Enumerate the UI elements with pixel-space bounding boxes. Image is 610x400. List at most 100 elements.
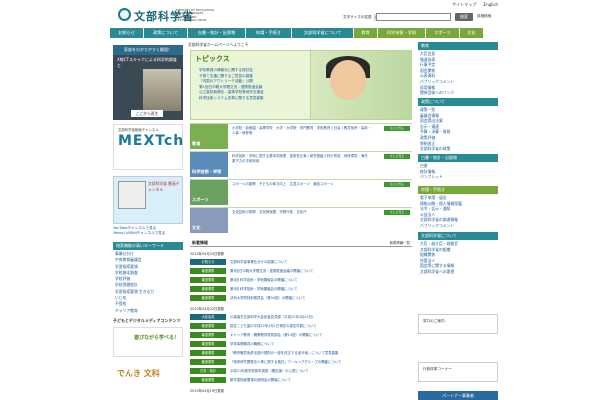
more-button[interactable]: もっと見る [384,154,410,159]
news-row: 報道発表 新学習指導要領の説明会の開催について [190,376,412,384]
kids-banner-text: 遊びながら学べる！ [134,335,180,341]
contact-banner-text: 窓口のご案内 [423,319,445,323]
sitemap-link[interactable]: サイトマップ [452,2,476,7]
news-row: 報道発表 「政府研究開発法人等に関する検討」ワーキンググループの開催について [190,358,412,366]
news-date: 2010年04月22日更新 [190,307,225,311]
mext-channel-sub: 文部科学省動画チャンネル [118,128,159,132]
category-label: 文化 [192,225,201,230]
culture-icon[interactable]: 文化 [190,208,228,233]
news-tag: 大臣会見 [190,314,226,320]
right-link[interactable]: パブリックコメント [420,223,498,229]
news-row: お知らせ 文部科学省事業仕分けの結果について [190,258,412,266]
news-link[interactable]: 学校事務職員の職務について [230,341,274,346]
news-link[interactable]: 認定こども園の平成22年4月1日現在の認定件数について [230,323,317,328]
right-link[interactable]: 関係団体へのリンク [420,90,498,96]
news-link[interactable]: 川端達夫文部科学大臣記者会見録（平成22年4月20日） [230,314,315,319]
right-heading-policy: 政策について [418,98,498,106]
news-link[interactable]: 新学習指導要領の説明会の開催について [230,377,291,382]
partner-button[interactable]: パートナー事業者 [418,391,498,400]
news-link[interactable]: 第3回 科学技術・学術審議会の開催について [230,277,298,282]
nav-education[interactable]: 教育 [354,28,378,38]
category-links[interactable]: 小学校・幼稚園・高等学校 大学・大学院・専門教育 学校教育と社会 / 教員免許・… [232,126,372,136]
more-button[interactable]: もっと見る [384,126,410,131]
category-links[interactable]: 科学技術・学術に関する基本的政策 放射性元素 / 研究基盤人材の育成 地球環境・… [232,154,372,164]
news-row: 報道発表 第3回 科学技術・学術審議会の開催について [190,276,412,284]
topics-list: 学校教員の情報化に関する検討会 子育て支援に関するご意見の募集 『内国のアウトリ… [199,68,264,102]
tv-banner[interactable]: 文部科学省 動画チャンネル [113,176,183,224]
right-heading-about: 文部科学省について [418,232,498,240]
category-links[interactable]: 文化芸術の振興 文化財保護 宗務行政 文化庁 [232,210,372,215]
news-row: 大臣会見 川端達夫文部科学大臣記者会見録（平成22年4月20日） [190,313,412,321]
topics-title: トピックス [195,55,230,63]
english-link[interactable]: English [484,2,498,7]
news-link[interactable]: 第3回日中韓大学間交流・連携推進会議の開催について [230,268,313,273]
right-list-about: 大臣・副大臣・政務官 文部科学省の組織 組織関係 所管法人 国会等に関する情報 … [420,241,498,275]
ministry-logo-icon[interactable] [118,8,131,21]
ministry-logo-en: MINISTRY OF EDUCATION, CULTURE, SPORTS, … [176,8,215,23]
news-title: 新着情報 [192,240,208,245]
news-row: 報道発表 第5回 科学技術・学術審議会の開催について [190,285,412,293]
category-culture: 文化 文化芸術の振興 文化財保護 宗務行政 文化庁 もっと見る [190,207,412,233]
nav-news[interactable]: お知らせ [110,28,144,38]
education-icon[interactable]: 教育 [190,124,228,149]
right-list-policy: 政策一覧 審議会情報 国会提出法案 告示・通達 予算・決算・財務 政策評価 税制… [420,107,498,152]
more-button[interactable]: もっと見る [384,182,410,187]
news-link[interactable]: 平成21年度学校基本調査（確定値）の公表について [230,368,309,373]
news-tag: 報道発表 [190,286,226,292]
search-button[interactable]: 検索 [455,13,473,21]
reform-banner[interactable]: 行政改革コーナー [418,362,498,382]
nav-publications[interactable]: 白書・統計・出版物 [188,28,246,38]
right-heading-applications: 申請・手続き [418,186,498,194]
news-row: 報道発表 キャリア教育・職業教育特別部会（第14回）の開催について [190,331,412,339]
mext-channel-banner[interactable]: 文部科学省動画チャンネル MEXTch [113,124,183,170]
news-tag: 報道発表 [190,295,226,301]
nav-sports[interactable]: スポーツ [426,28,460,38]
news-header: 新着情報 新着情報一覧 [190,238,412,247]
news-link[interactable]: 法科大学院特別委員会（第34回）の開催について [230,295,305,300]
right-link[interactable]: 文部科学省への要望 [420,269,498,275]
right-heading-news: 教育 [418,42,498,50]
news-link[interactable]: 「政府研究開発法人等に関する検討」ワーキンググループの開催について [230,359,341,364]
category-education: 教育 小学校・幼稚園・高等学校 大学・大学院・専門教育 学校教育と社会 / 教員… [190,123,412,149]
right-list-publications: 白書 統計情報 パンフレット [420,163,498,180]
nav-about[interactable]: 文部科学省について [292,28,354,38]
nav-science[interactable]: 科学技術・学術 [378,28,426,38]
news-link[interactable]: 「教育職員免許法施行規則の一部を改正する省令案」について意見募集 [230,350,338,355]
news-list-link[interactable]: 新着情報一覧 [390,240,410,245]
news-link[interactable]: 第5回 科学技術・学術審議会の開催について [230,286,298,291]
news-date: 2010年04月19日更新 [190,389,225,393]
news-link[interactable]: キャリア教育・職業教育特別部会（第14回）の開催について [230,332,322,337]
nav-culture[interactable]: 文化 [460,28,484,38]
right-list-news: 大臣会見 報道発表 行事予定 国会関係 公表資料 パブリックコメント 採用情報 … [420,51,498,96]
news-tag: 報道発表 [190,332,226,338]
news-tag: 報道発表 [190,359,226,365]
category-label: 教育 [192,141,201,146]
video-banner[interactable]: 家族をわかりやすく解説！ X線CTスキャナによる科学的調査と ここから再生 [113,45,183,120]
right-link[interactable]: パンフレット [420,174,498,180]
yahoo-link[interactable]: Yahoo! JAPANチャンネルで見る [113,231,183,236]
news-row: 報道発表 「教育職員免許法施行規則の一部を改正する省令案」について意見募集 [190,349,412,357]
news-link[interactable]: 文部科学省事業仕分けの結果について [230,259,288,264]
more-button[interactable]: もっと見る [384,210,410,215]
news-tag: 報道発表 [190,323,226,329]
reform-banner-text: 行政改革コーナー [423,367,452,371]
keyword-link[interactable]: キャリア教育 [115,308,183,314]
news-row: 報道発表 学校事務職員の職務について [190,340,412,348]
contact-banner[interactable]: 窓口のご案内 [418,314,498,334]
news-row: 白書・統計 平成21年度学校基本調査（確定値）の公表について [190,367,412,375]
topic-link[interactable]: 科学技術システム改革に関する意見募集 [199,96,264,102]
category-sports: スポーツ スポーツの振興 子どもの体力向上 生涯スポーツ 競技スポーツ もっと見… [190,179,412,205]
play-button[interactable]: ここから再生 [131,110,163,117]
news-tag: 報道発表 [190,277,226,283]
kids-banner[interactable]: 遊びながら学べる！ [113,327,183,357]
right-link[interactable]: 文部科学省の政策 [420,146,498,152]
kids-banner-2[interactable]: でんき 文科 [113,362,183,392]
science-icon[interactable]: 科学技術・学術 [190,152,228,177]
nav-applications[interactable]: 申請・手続き [246,28,292,38]
advanced-search-link[interactable]: 詳細検索 [477,14,491,19]
news-row: 報道発表 認定こども園の平成22年4月1日現在の認定件数について [190,322,412,330]
sports-icon[interactable]: スポーツ [190,180,228,205]
category-links[interactable]: スポーツの振興 子どもの体力向上 生涯スポーツ 競技スポーツ [232,182,372,187]
search-input[interactable] [376,13,451,21]
nav-policy[interactable]: 政策について [144,28,188,38]
